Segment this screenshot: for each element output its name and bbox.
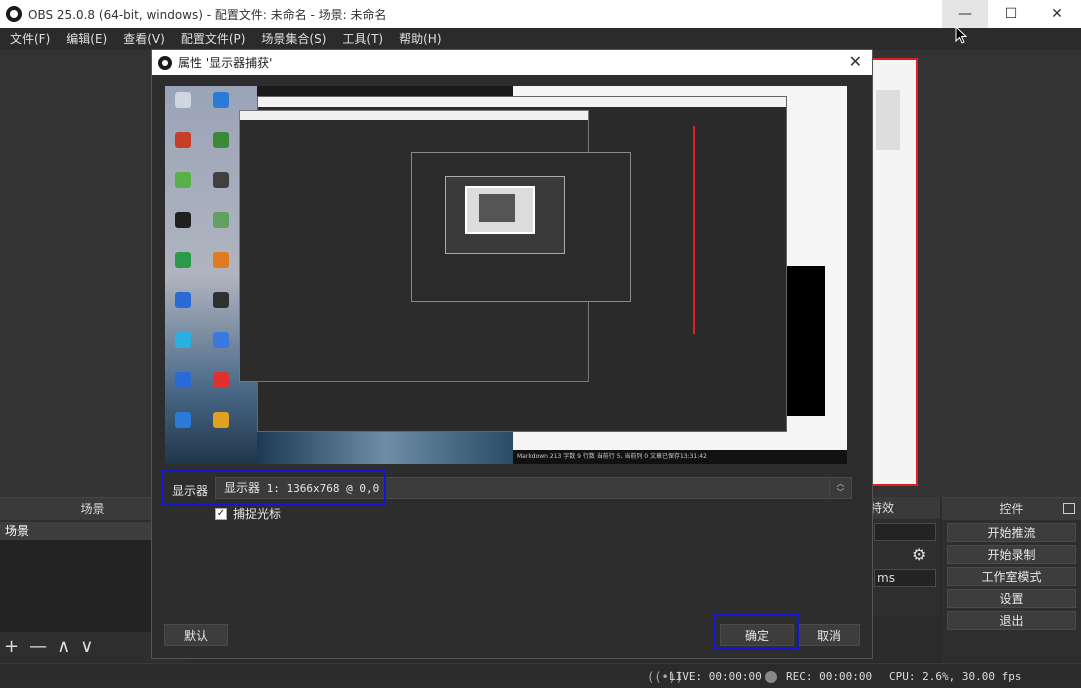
- menu-view[interactable]: 查看(V): [115, 28, 173, 50]
- maximize-button[interactable]: ☐: [988, 0, 1034, 28]
- preview-wallpaper-sea: [257, 432, 513, 464]
- preview-source-outline[interactable]: [870, 58, 918, 486]
- ok-highlight-box: [714, 613, 799, 650]
- live-timer: LIVE: 00:00:00: [669, 670, 762, 683]
- scene-toolbar: + — ∧ ∨: [4, 636, 93, 657]
- cancel-button[interactable]: 取消: [798, 624, 860, 646]
- capture-preview: Markdown 213 字数 9 行数 当前行 5, 当前列 0 文章已保存1…: [165, 86, 847, 464]
- controls-dock-header: 控件: [942, 498, 1081, 520]
- obs-logo-icon: [158, 55, 172, 70]
- scene-list[interactable]: [0, 540, 151, 632]
- preview-source-edge: [693, 126, 695, 334]
- cpu-fps: CPU: 2.6%, 30.00 fps: [889, 670, 1022, 683]
- studio-mode-button[interactable]: 工作室模式: [947, 567, 1076, 586]
- obs-logo-icon: [6, 6, 22, 22]
- menu-tools[interactable]: 工具(T): [334, 28, 391, 50]
- move-up-icon[interactable]: ∧: [57, 636, 70, 657]
- duration-input[interactable]: ms: [874, 569, 936, 587]
- preview-obs-core: [479, 194, 515, 222]
- window-titlebar: OBS 25.0.8 (64-bit, windows) - 配置文件: 未命名…: [0, 0, 1081, 28]
- start-recording-button[interactable]: 开始录制: [947, 545, 1076, 564]
- gear-icon[interactable]: ⚙: [912, 545, 926, 564]
- defaults-button[interactable]: 默认: [164, 624, 228, 646]
- display-highlight-box: [162, 470, 386, 506]
- start-streaming-button[interactable]: 开始推流: [947, 523, 1076, 542]
- menu-profile[interactable]: 配置文件(P): [173, 28, 254, 50]
- menu-help[interactable]: 帮助(H): [391, 28, 449, 50]
- minimize-icon: —: [958, 6, 972, 22]
- capture-cursor-label: 捕捉光标: [233, 507, 282, 521]
- exit-button[interactable]: 退出: [947, 611, 1076, 630]
- preview-status-text: Markdown 213 字数 9 行数 当前行 5, 当前列 0 文章已保存1…: [513, 450, 847, 464]
- menu-edit[interactable]: 编辑(E): [58, 28, 115, 50]
- settings-button[interactable]: 设置: [947, 589, 1076, 608]
- checkmark-icon[interactable]: ✓: [215, 507, 227, 520]
- dialog-titlebar: 属性 '显示器捕获' ✕: [152, 50, 872, 75]
- chevron-updown-icon: ︿ ﹀: [829, 478, 851, 498]
- menubar: 文件(F) 编辑(E) 查看(V) 配置文件(P) 场景集合(S) 工具(T) …: [0, 28, 1081, 50]
- dialog-title: 属性 '显示器捕获': [178, 56, 273, 70]
- maximize-icon: ☐: [1004, 6, 1018, 22]
- transition-select[interactable]: [874, 523, 936, 541]
- window-title: OBS 25.0.8 (64-bit, windows) - 配置文件: 未命名…: [28, 7, 387, 22]
- close-icon: ✕: [1051, 6, 1063, 22]
- remove-scene-icon[interactable]: —: [29, 636, 47, 657]
- controls-dock: 控件 开始推流 开始录制 工作室模式 设置 退出: [942, 497, 1081, 663]
- rec-timer: REC: 00:00:00: [786, 670, 873, 683]
- add-scene-icon[interactable]: +: [4, 636, 19, 657]
- menu-scene-collection[interactable]: 场景集合(S): [253, 28, 334, 50]
- mouse-pointer-icon: [955, 25, 968, 47]
- rec-icon: [765, 671, 777, 683]
- close-icon[interactable]: ✕: [849, 52, 862, 71]
- close-window-button[interactable]: ✕: [1034, 0, 1080, 28]
- minimize-button[interactable]: —: [942, 0, 988, 28]
- properties-dialog: 属性 '显示器捕获' ✕ Markdown 213 字数 9 行数 当前行 5,…: [151, 49, 873, 659]
- controls-dock-title: 控件: [999, 502, 1024, 516]
- menu-file[interactable]: 文件(F): [2, 28, 58, 50]
- float-dock-icon[interactable]: [1063, 503, 1075, 514]
- move-down-icon[interactable]: ∨: [80, 636, 93, 657]
- capture-cursor-checkbox[interactable]: ✓ 捕捉光标: [215, 505, 281, 522]
- status-bar: ((•)) LIVE: 00:00:00 REC: 00:00:00 CPU: …: [0, 663, 1081, 688]
